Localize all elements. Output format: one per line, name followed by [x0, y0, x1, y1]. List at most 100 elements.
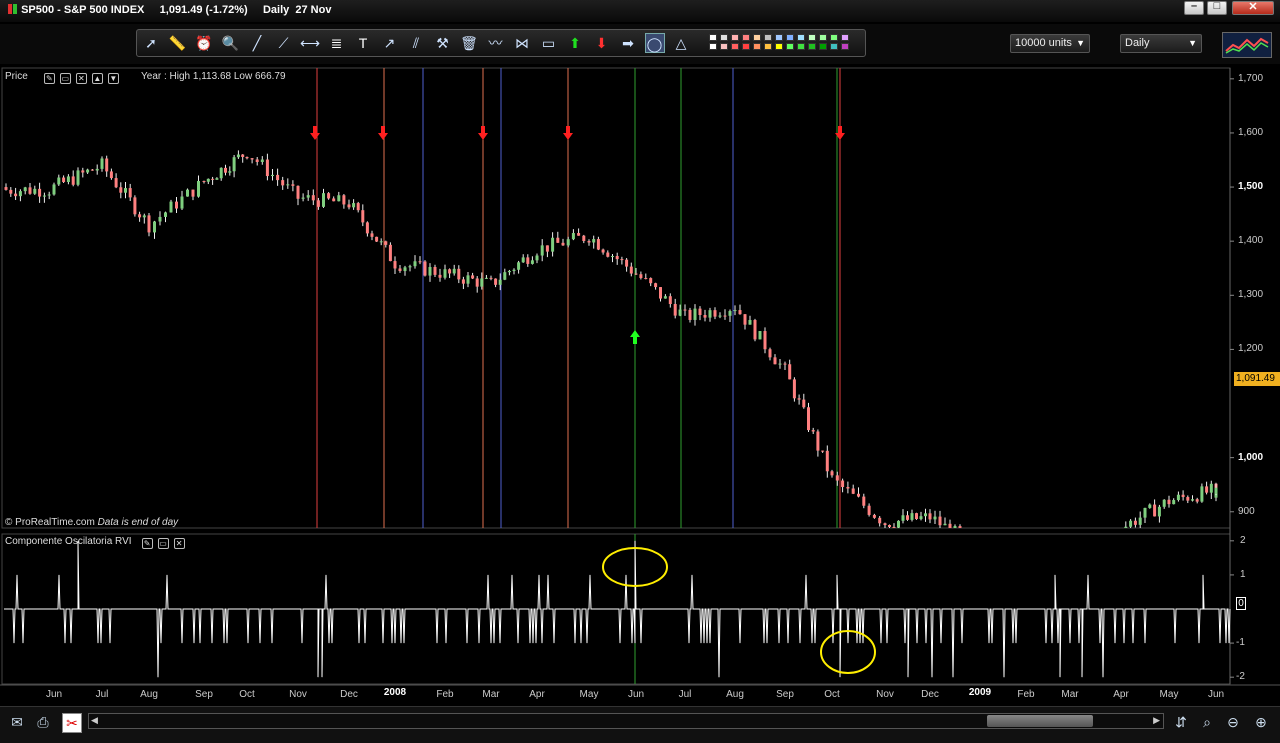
price-panel-frame	[1, 67, 1231, 529]
candle-body	[683, 309, 687, 311]
candle-body	[649, 278, 653, 284]
x-tick-label: Nov	[876, 689, 894, 700]
scroll-thumb[interactable]	[987, 715, 1093, 727]
candle-body	[418, 261, 422, 263]
candle-body	[953, 526, 957, 528]
candle-body	[461, 279, 465, 284]
x-tick-label: Feb	[436, 689, 454, 700]
candle-body	[625, 259, 629, 267]
candle-body	[703, 314, 707, 318]
print-icon[interactable]: ⎙	[34, 713, 52, 731]
wrench-icon[interactable]: ✎	[141, 538, 153, 549]
candle-body	[654, 283, 658, 288]
y-tick-label: 1,200	[1238, 343, 1264, 355]
candle-body	[95, 168, 99, 171]
candle-body	[846, 487, 850, 489]
candle-body	[215, 178, 219, 180]
candle-body	[211, 178, 215, 180]
candle-body	[582, 235, 586, 241]
candle-body	[342, 195, 346, 205]
candle-body	[81, 170, 85, 173]
wrench-icon[interactable]: ✎	[43, 73, 55, 84]
candle-body	[457, 268, 461, 280]
chart-fit-icon[interactable]: ⇵	[1172, 713, 1190, 731]
candle-body	[708, 310, 712, 318]
candle-body	[748, 320, 752, 325]
chart-canvas[interactable]	[0, 0, 1280, 706]
candle-body	[1157, 506, 1161, 517]
candle-body	[566, 239, 570, 246]
candle-body	[733, 310, 737, 312]
candle-body	[606, 252, 610, 257]
candle-body	[512, 269, 516, 271]
candle-body	[57, 177, 61, 185]
candle-body	[291, 184, 295, 186]
zoom-in-icon[interactable]: ⊕	[1252, 713, 1270, 731]
candle-body	[797, 398, 801, 400]
candle-body	[571, 233, 575, 240]
candle-body	[551, 237, 555, 252]
candle-body	[545, 245, 549, 252]
x-tick-label: Sep	[776, 689, 794, 700]
candle-body	[86, 169, 90, 173]
y-tick-label: 1,500	[1238, 181, 1264, 193]
candle-body	[698, 308, 702, 315]
candle-body	[250, 158, 254, 160]
candle-body	[883, 523, 887, 526]
candle-body	[301, 197, 305, 199]
y-tick-label: 1,300	[1238, 289, 1264, 301]
window-icon[interactable]: ▭	[59, 73, 71, 84]
window-icon[interactable]: ▭	[157, 538, 169, 549]
candle-body	[260, 159, 264, 162]
candle-body	[530, 260, 534, 264]
candle-body	[403, 267, 407, 272]
zoom-area-icon[interactable]: ⌕	[1198, 713, 1216, 731]
candle-body	[352, 203, 356, 208]
candle-body	[1153, 504, 1157, 517]
candle-body	[587, 240, 591, 243]
candle-body	[825, 450, 829, 472]
move-up-icon[interactable]: ▲	[91, 73, 103, 84]
candle-body	[356, 203, 360, 211]
zoom-out-icon[interactable]: ⊖	[1224, 713, 1242, 731]
candle-body	[375, 236, 379, 242]
scroll-left-icon[interactable]: ◀	[91, 715, 98, 726]
candle-body	[841, 480, 845, 488]
close-panel-icon[interactable]: ✕	[75, 73, 87, 84]
y-tick-label: 1,700	[1238, 72, 1264, 84]
scroll-right-icon[interactable]: ▶	[1153, 715, 1160, 726]
candle-body	[1176, 494, 1180, 501]
close-panel-icon[interactable]: ✕	[173, 538, 185, 549]
candle-body	[119, 187, 123, 193]
candle-body	[475, 278, 479, 287]
candle-body	[592, 239, 596, 243]
mail-icon[interactable]: ✉	[8, 713, 26, 731]
candle-body	[241, 154, 245, 157]
candle-body	[1143, 507, 1147, 518]
candle-body	[763, 331, 767, 350]
candle-body	[186, 189, 189, 197]
candle-body	[379, 241, 383, 243]
credit-label: © ProRealTime.com	[5, 517, 95, 528]
candle-body	[906, 515, 909, 520]
candle-body	[322, 193, 325, 207]
candle-body	[408, 266, 412, 268]
candle-body	[728, 311, 732, 316]
candle-body	[1138, 517, 1142, 525]
candle-body	[835, 475, 839, 481]
horizontal-scrollbar[interactable]: ◀ ▶	[88, 713, 1164, 729]
x-tick-label: Mar	[1061, 689, 1079, 700]
candle-body	[316, 200, 320, 207]
cancel-order-icon[interactable]: ✂	[62, 713, 82, 733]
sell-signal-arrow	[378, 126, 388, 140]
candle-body	[620, 259, 624, 261]
candle-body	[236, 154, 240, 158]
move-down-icon[interactable]: ▼	[107, 73, 119, 84]
x-tick-label: Dec	[921, 689, 939, 700]
candle-body	[743, 314, 747, 325]
x-tick-label: Oct	[239, 689, 255, 700]
candle-body	[197, 180, 200, 197]
candle-body	[862, 496, 866, 506]
candle-body	[337, 195, 341, 202]
candle-body	[738, 310, 742, 315]
